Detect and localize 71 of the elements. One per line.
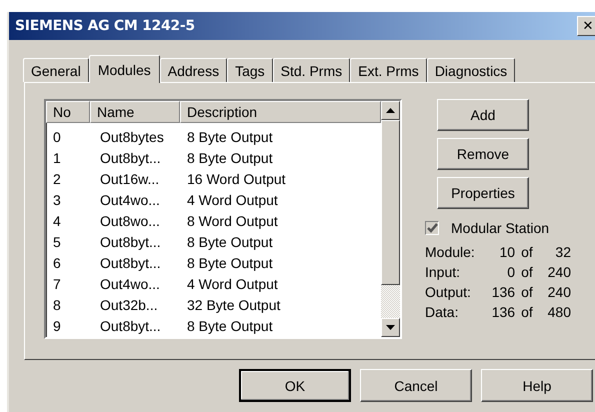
table-cell-text: 6 <box>52 254 62 273</box>
table-cell-text: Out16w... <box>99 170 160 189</box>
table-cell-text: 32 Byte Output <box>186 296 282 315</box>
action-button[interactable]: Add <box>437 99 529 131</box>
table-cell-text: 4 <box>52 212 62 231</box>
table-cell-text: 5 <box>52 233 62 252</box>
window-title: SIEMENS AG CM 1242-5 <box>15 18 195 34</box>
table-cell-text: 8 Byte Output <box>186 128 274 147</box>
stat-label: Input: <box>425 264 462 280</box>
scroll-down-button[interactable] <box>381 318 400 337</box>
table-cell-text: Out8wo... <box>99 212 161 231</box>
table-cell-text: Out8bytes <box>99 128 165 147</box>
stat-label: Data: <box>425 304 460 320</box>
stat-total: 240 <box>546 284 571 300</box>
down-arrow-icon <box>386 325 395 330</box>
table-cell-text: Out4wo... <box>99 275 161 294</box>
checkbox-label: Modular Station <box>451 220 550 236</box>
table-cell-text: 2 <box>52 170 62 189</box>
tab[interactable]: Address <box>160 58 228 82</box>
dialog-button[interactable]: Help <box>481 369 593 402</box>
stat-value: 136 <box>490 284 516 300</box>
stat-label: Module: <box>425 244 476 260</box>
stat-of: of <box>521 284 534 300</box>
table-cell-text: Out32b... <box>99 296 159 315</box>
table-cell-text: Out8byt... <box>99 149 162 168</box>
action-button[interactable]: Properties <box>437 177 529 209</box>
table-cell-text: 3 <box>52 191 62 210</box>
scroll-up-button[interactable] <box>381 101 400 120</box>
column-header[interactable]: Description <box>180 101 381 123</box>
tab[interactable]: General <box>23 58 89 82</box>
close-button[interactable]: ✕ <box>577 16 595 36</box>
column-header[interactable]: No <box>46 101 90 123</box>
stat-total: 480 <box>546 304 571 320</box>
table-cell-text: Out8byt... <box>99 254 162 273</box>
table-cell-text: 1 <box>52 149 62 168</box>
table-cell-text: 4 Word Output <box>186 191 279 210</box>
table-cell-text: 8 <box>52 296 62 315</box>
stat-value: 136 <box>490 304 516 320</box>
table-cell-text: 16 Word Output <box>186 170 287 189</box>
table-cell-text: 0 <box>52 128 62 147</box>
table-cell-text: 8 Byte Output <box>186 254 274 273</box>
scroll-thumb[interactable] <box>381 120 400 285</box>
table-cell-text: 8 Word Output <box>186 212 279 231</box>
stat-total: 32 <box>554 244 571 260</box>
dialog-button[interactable]: Cancel <box>360 369 472 402</box>
stat-of: of <box>521 304 534 320</box>
table-cell-text: 8 Byte Output <box>186 233 274 252</box>
table-cell-text: 8 Byte Output <box>186 149 274 168</box>
stat-of: of <box>521 264 534 280</box>
column-header[interactable]: Name <box>90 101 180 123</box>
stat-value: 0 <box>506 264 516 280</box>
table-cell-text: 7 <box>52 275 62 294</box>
table-cell-text: Out4wo... <box>99 191 161 210</box>
table-cell-text: 9 <box>52 317 62 336</box>
scrollbar[interactable] <box>381 101 400 337</box>
tab[interactable]: Modules <box>88 55 160 83</box>
dialog-button[interactable]: OK <box>239 369 351 402</box>
stat-total: 240 <box>546 264 571 280</box>
table-cell-text: Out8byt... <box>99 233 162 252</box>
action-button[interactable]: Remove <box>437 138 529 170</box>
tab[interactable]: Diagnostics <box>426 58 516 82</box>
tab[interactable]: Ext. Prms <box>350 58 427 82</box>
table-cell-text: 4 Word Output <box>186 275 279 294</box>
table-cell-text: 8 Byte Output <box>186 317 274 336</box>
stat-label: Output: <box>425 284 472 300</box>
stat-of: of <box>521 244 534 260</box>
tab[interactable]: Tags <box>227 58 273 82</box>
table-cell-text: Out8byt... <box>99 317 162 336</box>
tab[interactable]: Std. Prms <box>272 58 350 82</box>
stat-value: 10 <box>498 244 516 260</box>
up-arrow-icon <box>386 108 395 113</box>
